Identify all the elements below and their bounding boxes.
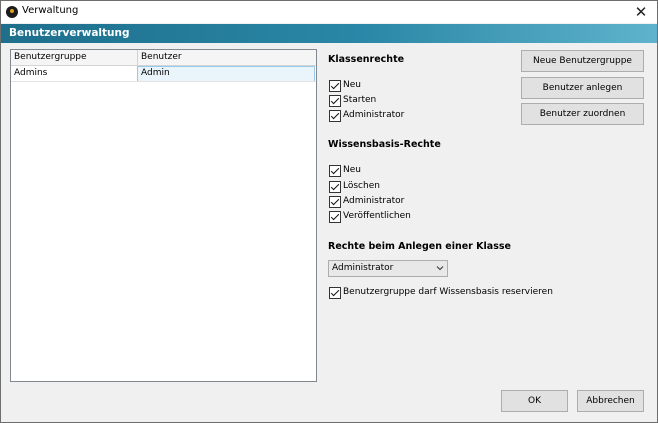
cell-group[interactable]: Admins [14,68,47,78]
kb-right-delete-label: Löschen [343,181,380,191]
chevron-down-icon[interactable] [436,264,444,272]
kb-right-new-label: Neu [343,165,361,175]
checkmark-icon[interactable] [329,181,341,193]
row-divider [11,81,316,82]
user-group-table[interactable]: Benutzergruppe Benutzer Admins Admin [10,49,317,382]
column-header-user[interactable]: Benutzer [141,52,182,62]
class-right-new-label: Neu [343,80,361,90]
app-logo-icon [6,6,18,18]
cancel-label: Abbrechen [586,396,635,406]
checkmark-icon[interactable] [329,80,341,92]
table-header: Benutzergruppe Benutzer [11,50,316,66]
checkmark-icon[interactable] [329,287,341,299]
column-divider[interactable] [137,50,138,65]
header-banner: Benutzerverwaltung [1,24,657,43]
title-bar: Verwaltung ✕ [1,1,657,23]
close-icon[interactable]: ✕ [631,2,651,22]
window-title: Verwaltung [22,5,79,16]
new-group-label: Neue Benutzergruppe [533,56,632,66]
kb-right-publish-label: Veröffentlichen [343,211,411,221]
checkmark-icon[interactable] [329,95,341,107]
class-right-start-label: Starten [343,95,377,105]
reserve-label: Benutzergruppe darf Wissensbasis reservi… [343,287,553,297]
ok-button[interactable]: OK [501,390,568,412]
kb-rights-title: Wissensbasis-Rechte [328,139,441,150]
checkmark-icon[interactable] [329,196,341,208]
new-group-button[interactable]: Neue Benutzergruppe [521,50,644,72]
cancel-button[interactable]: Abbrechen [577,390,644,412]
table-row[interactable]: Admins Admin [11,66,316,82]
dialog-window: Verwaltung ✕ Benutzerverwaltung Benutzer… [0,0,658,423]
class-rights-title: Klassenrechte [328,54,405,65]
class-right-admin-label: Administrator [343,110,405,120]
assign-user-button[interactable]: Benutzer zuordnen [521,103,644,125]
assign-user-label: Benutzer zuordnen [539,109,626,119]
checkmark-icon[interactable] [329,110,341,122]
checkmark-icon[interactable] [329,165,341,177]
page-title: Benutzerverwaltung [9,27,130,39]
create-user-label: Benutzer anlegen [542,83,623,93]
ok-label: OK [528,396,541,406]
create-rights-title: Rechte beim Anlegen einer Klasse [328,241,511,252]
create-user-button[interactable]: Benutzer anlegen [521,77,644,99]
column-header-group[interactable]: Benutzergruppe [14,52,87,62]
dropdown-value: Administrator [332,263,394,273]
create-rights-dropdown[interactable]: Administrator [328,260,448,277]
checkmark-icon[interactable] [329,211,341,223]
cell-user: Admin [141,68,170,78]
cell-user-selected[interactable]: Admin [137,66,315,82]
kb-right-admin-label: Administrator [343,196,405,206]
